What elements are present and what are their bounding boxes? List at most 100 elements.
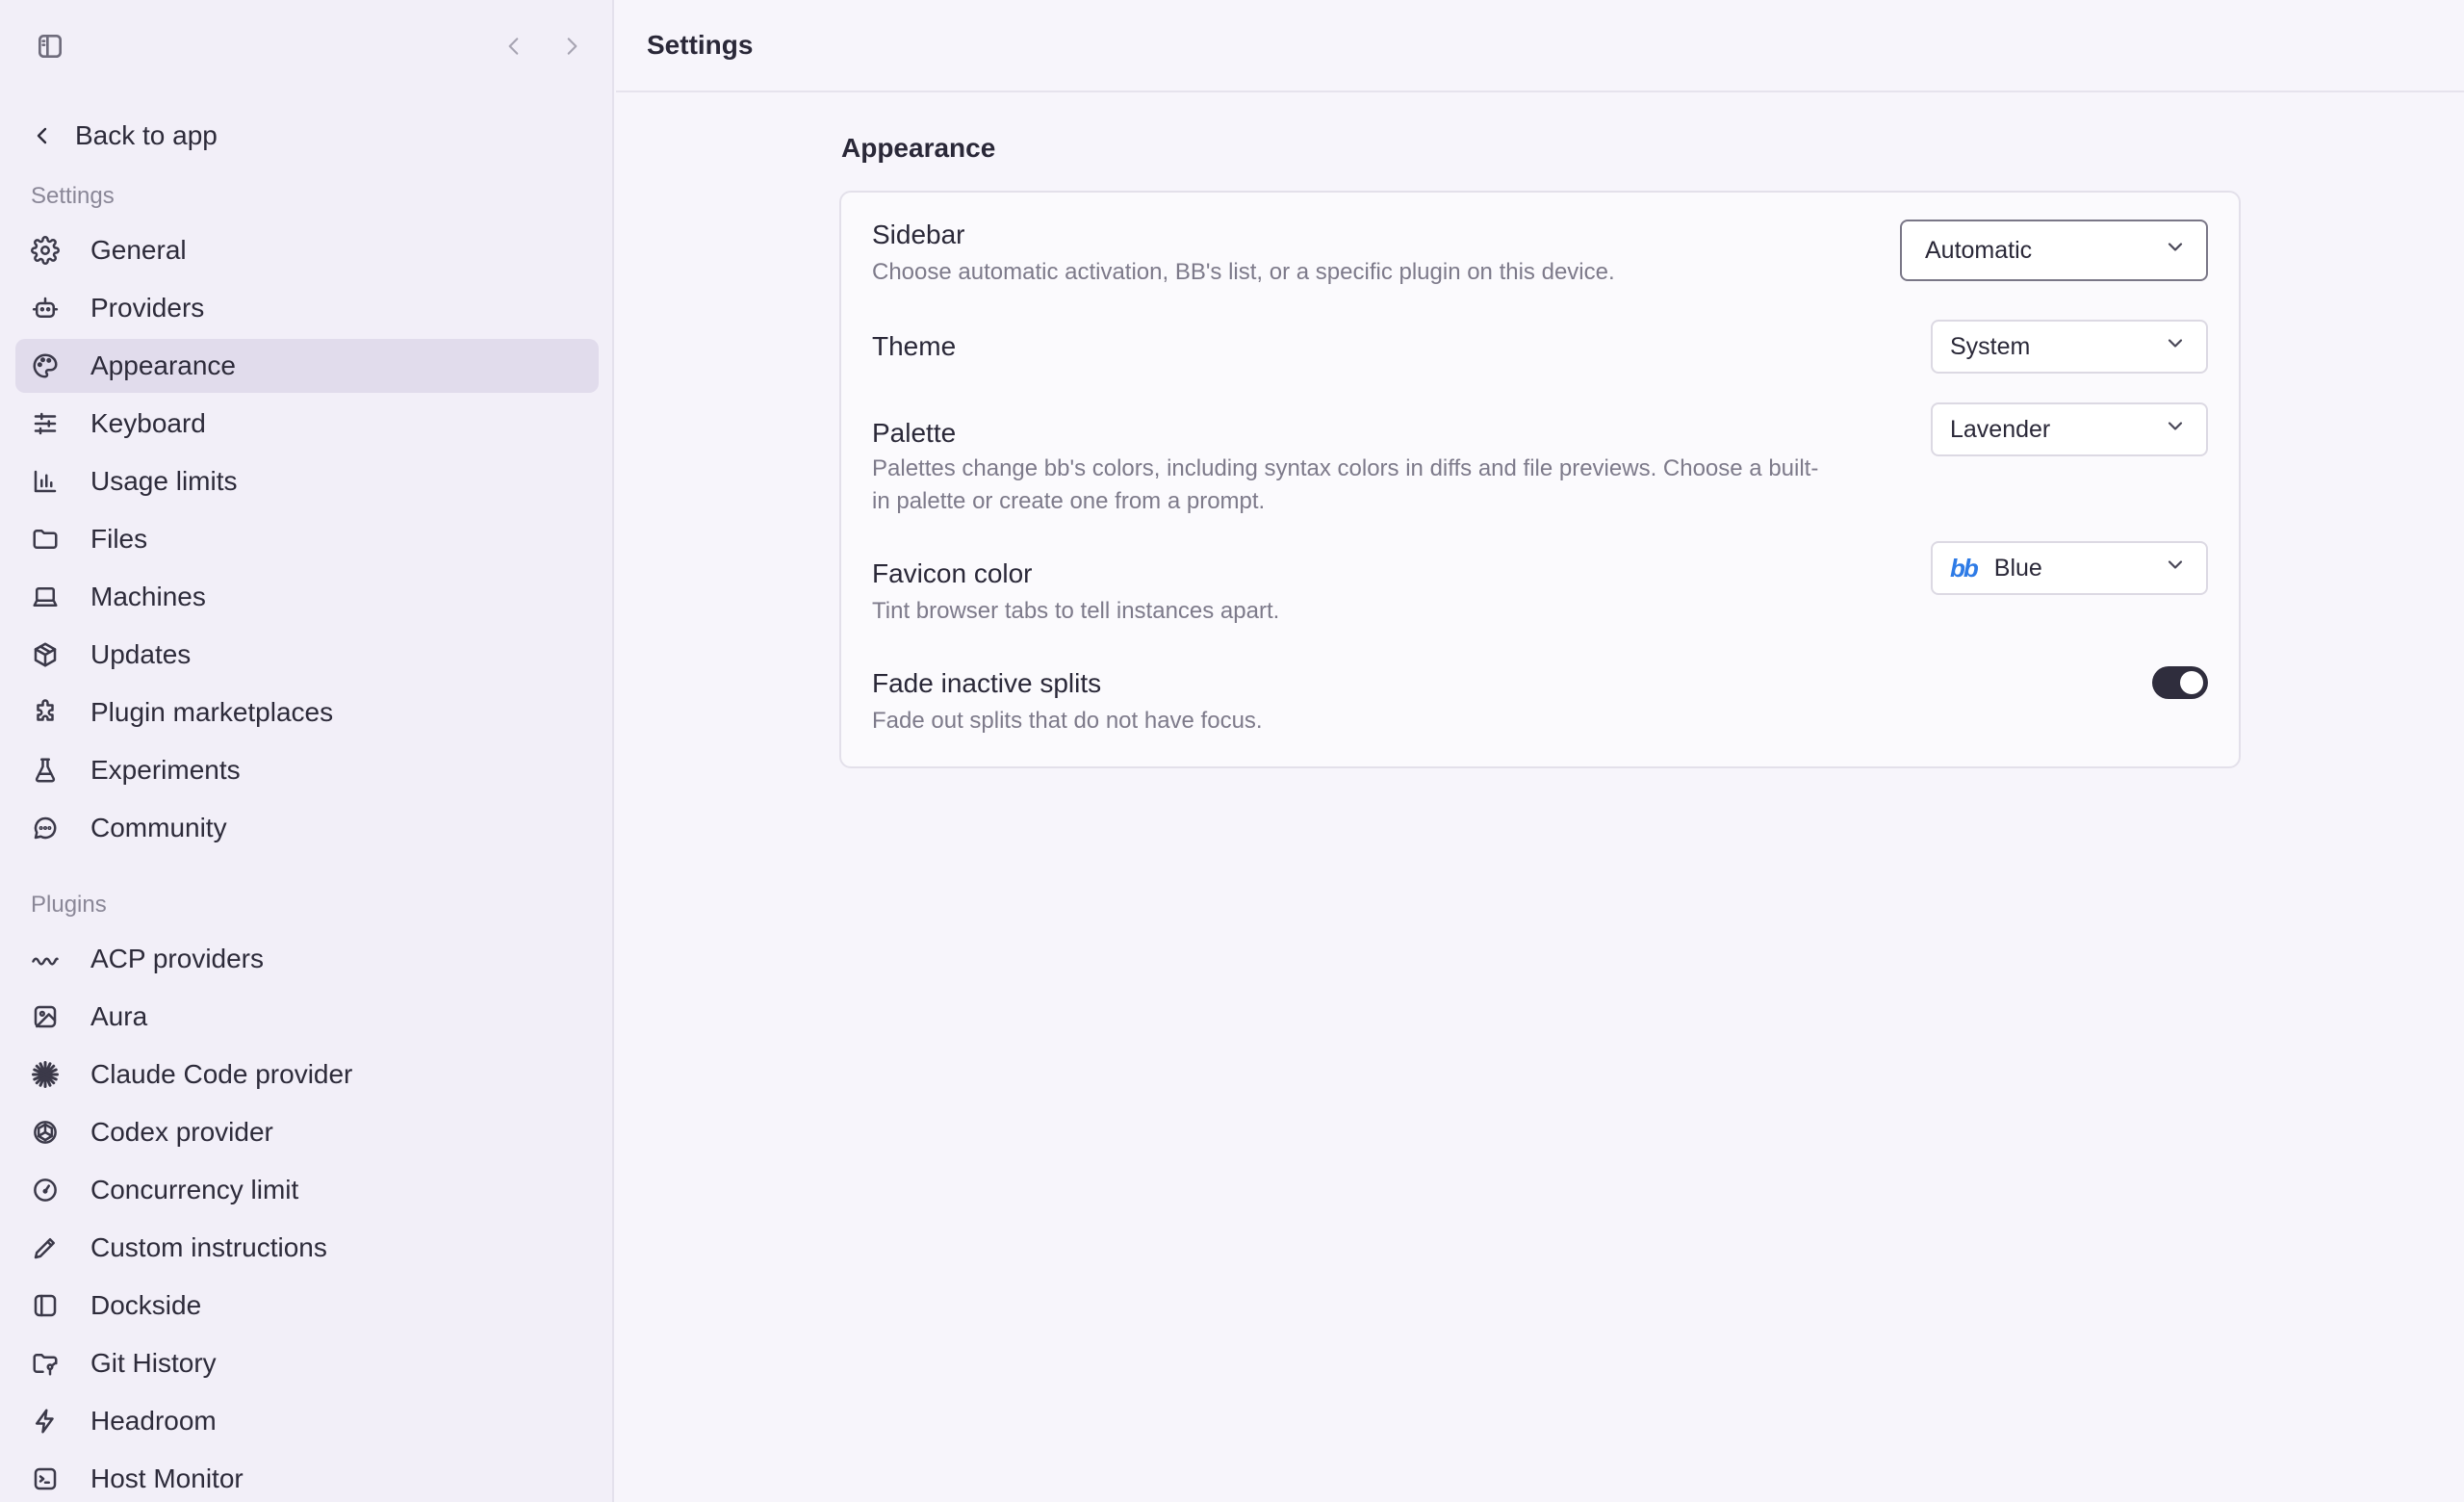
sidebar-item-label: Git History <box>90 1348 217 1378</box>
sidebar-item-label: Providers <box>90 293 205 323</box>
bar-chart-icon <box>34 470 57 493</box>
theme-select[interactable]: System <box>1931 320 2208 374</box>
favicon-color-select[interactable]: bb Blue <box>1931 541 2208 595</box>
nav-back-button[interactable] <box>495 27 533 65</box>
laptop-icon <box>33 587 58 607</box>
select-value: Blue <box>1993 554 2042 582</box>
sidebar: Back to app Settings General Providers A… <box>0 0 614 1502</box>
setting-description: Fade out splits that do not have focus. <box>872 708 1263 734</box>
chevron-down-icon <box>2168 339 2183 348</box>
setting-description: Palettes change bb's colors, including s… <box>872 453 2208 518</box>
sidebar-item-label: Dockside <box>90 1290 202 1320</box>
puzzle-icon <box>37 699 54 721</box>
sidebar-item-label: General <box>90 235 187 265</box>
sidebar-item-label: Appearance <box>90 350 237 380</box>
wave-icon <box>32 957 59 966</box>
sidebar-item-label: Experiments <box>90 755 241 785</box>
chevron-right-icon <box>567 38 578 55</box>
section-title: Appearance <box>841 133 996 163</box>
sidebar-item-custom-instructions[interactable]: Custom instructions <box>15 1221 599 1275</box>
setting-description-line: Palettes change bb's colors, including s… <box>872 455 1819 481</box>
chevron-down-icon <box>2168 560 2183 569</box>
sidebar-item-aura[interactable]: Aura <box>15 990 599 1044</box>
sidebar-item-git-history[interactable]: Git History <box>15 1336 599 1390</box>
favicon-bb-icon: bb <box>1950 553 1979 583</box>
setting-description-line: in palette or create one from a prompt. <box>872 488 1266 514</box>
palette-select[interactable]: Lavender <box>1931 402 2208 456</box>
back-to-app-link[interactable]: Back to app <box>15 110 599 162</box>
main-panel: Settings Appearance Sidebar Choose autom… <box>616 0 2464 1502</box>
panel-left-icon <box>34 1294 57 1317</box>
sidebar-item-community[interactable]: Community <box>15 801 599 855</box>
sidebar-item-updates[interactable]: Updates <box>15 628 599 682</box>
sidebar-item-label: Machines <box>90 582 206 611</box>
appearance-settings-card: Sidebar Choose automatic activation, BB'… <box>839 191 2241 768</box>
appearance-content: Appearance Sidebar Choose automatic acti… <box>839 133 2241 768</box>
nav-forward-button[interactable] <box>552 27 591 65</box>
pencil-icon <box>34 1238 55 1259</box>
package-icon <box>34 642 57 667</box>
page-title: Settings <box>647 30 754 60</box>
sidebar-item-dockside[interactable]: Dockside <box>15 1279 599 1333</box>
gear-icon <box>31 236 60 265</box>
sidebar-item-label: Host Monitor <box>90 1463 244 1493</box>
setting-row-fade-inactive-splits: Fade inactive splits Fade out splits tha… <box>872 666 2208 738</box>
sidebar-item-appearance[interactable]: Appearance <box>15 339 599 393</box>
folder-git-icon <box>33 1354 58 1376</box>
select-value: Automatic <box>1925 236 2033 264</box>
sidebar-item-files[interactable]: Files <box>15 512 599 566</box>
sidebar-item-headroom[interactable]: Headroom <box>15 1394 599 1448</box>
sidebar-item-codex-provider[interactable]: Codex provider <box>15 1105 599 1159</box>
chevron-down-icon <box>2168 243 2183 251</box>
starburst-icon <box>32 1061 59 1088</box>
sidebar-item-general[interactable]: General <box>15 223 599 277</box>
palette-icon <box>33 353 58 378</box>
setting-title: Fade inactive splits <box>872 668 1102 698</box>
sidebar-item-usage-limits[interactable]: Usage limits <box>15 454 599 508</box>
sidebar-item-plugin-marketplaces[interactable]: Plugin marketplaces <box>15 686 599 739</box>
setting-row-palette: Palette Palettes change bb's colors, inc… <box>872 402 2208 558</box>
chevron-left-icon <box>508 38 519 55</box>
page-header: Settings <box>616 0 2464 92</box>
image-icon <box>34 1005 57 1028</box>
select-value: System <box>1950 332 2031 360</box>
chat-bubble-icon <box>34 816 57 840</box>
sidebar-item-label: Community <box>90 813 227 842</box>
lightning-icon <box>36 1409 54 1434</box>
settings-section-label: Settings <box>31 183 115 209</box>
sidebar-item-providers[interactable]: Providers <box>15 281 599 335</box>
sidebar-item-label: Usage limits <box>90 466 238 496</box>
sidebar-item-host-monitor[interactable]: Host Monitor <box>15 1452 599 1502</box>
sidebar-item-experiments[interactable]: Experiments <box>15 743 599 797</box>
sidebar-item-label: Concurrency limit <box>90 1175 299 1204</box>
panel-left-icon <box>38 35 62 58</box>
settings-nav-list: General Providers Appearance Keyboard Us… <box>15 223 599 859</box>
sidebar-item-label: Files <box>90 524 148 554</box>
sidebar-top-bar <box>29 27 583 65</box>
sidebar-item-machines[interactable]: Machines <box>15 570 599 624</box>
sidebar-toggle-button[interactable] <box>31 27 69 65</box>
sidebar-item-concurrency-limit[interactable]: Concurrency limit <box>15 1163 599 1217</box>
sidebar-select[interactable]: Automatic <box>1900 220 2208 281</box>
chevron-down-icon <box>2168 422 2183 430</box>
sidebar-item-label: ACP providers <box>90 944 265 973</box>
sidebar-item-label: Claude Code provider <box>90 1059 353 1089</box>
sidebar-item-label: Updates <box>90 639 192 669</box>
sidebar-item-claude-code-provider[interactable]: Claude Code provider <box>15 1048 599 1101</box>
sliders-icon <box>34 412 57 435</box>
select-value: Lavender <box>1950 415 2051 443</box>
back-to-app-label: Back to app <box>75 120 218 150</box>
sidebar-item-label: Custom instructions <box>90 1232 327 1262</box>
chevron-left-icon <box>37 127 47 144</box>
toggle-knob <box>2180 671 2203 694</box>
sidebar-item-label: Headroom <box>90 1406 217 1436</box>
setting-row-sidebar: Sidebar Choose automatic activation, BB'… <box>872 220 2208 312</box>
sidebar-item-keyboard[interactable]: Keyboard <box>15 397 599 451</box>
openai-icon <box>34 1121 57 1144</box>
flask-icon <box>35 758 56 783</box>
robot-icon <box>32 297 59 318</box>
fade-inactive-splits-toggle[interactable] <box>2152 666 2208 699</box>
sidebar-item-label: Plugin marketplaces <box>90 697 334 727</box>
sidebar-item-acp-providers[interactable]: ACP providers <box>15 932 599 986</box>
folder-icon <box>33 530 58 549</box>
